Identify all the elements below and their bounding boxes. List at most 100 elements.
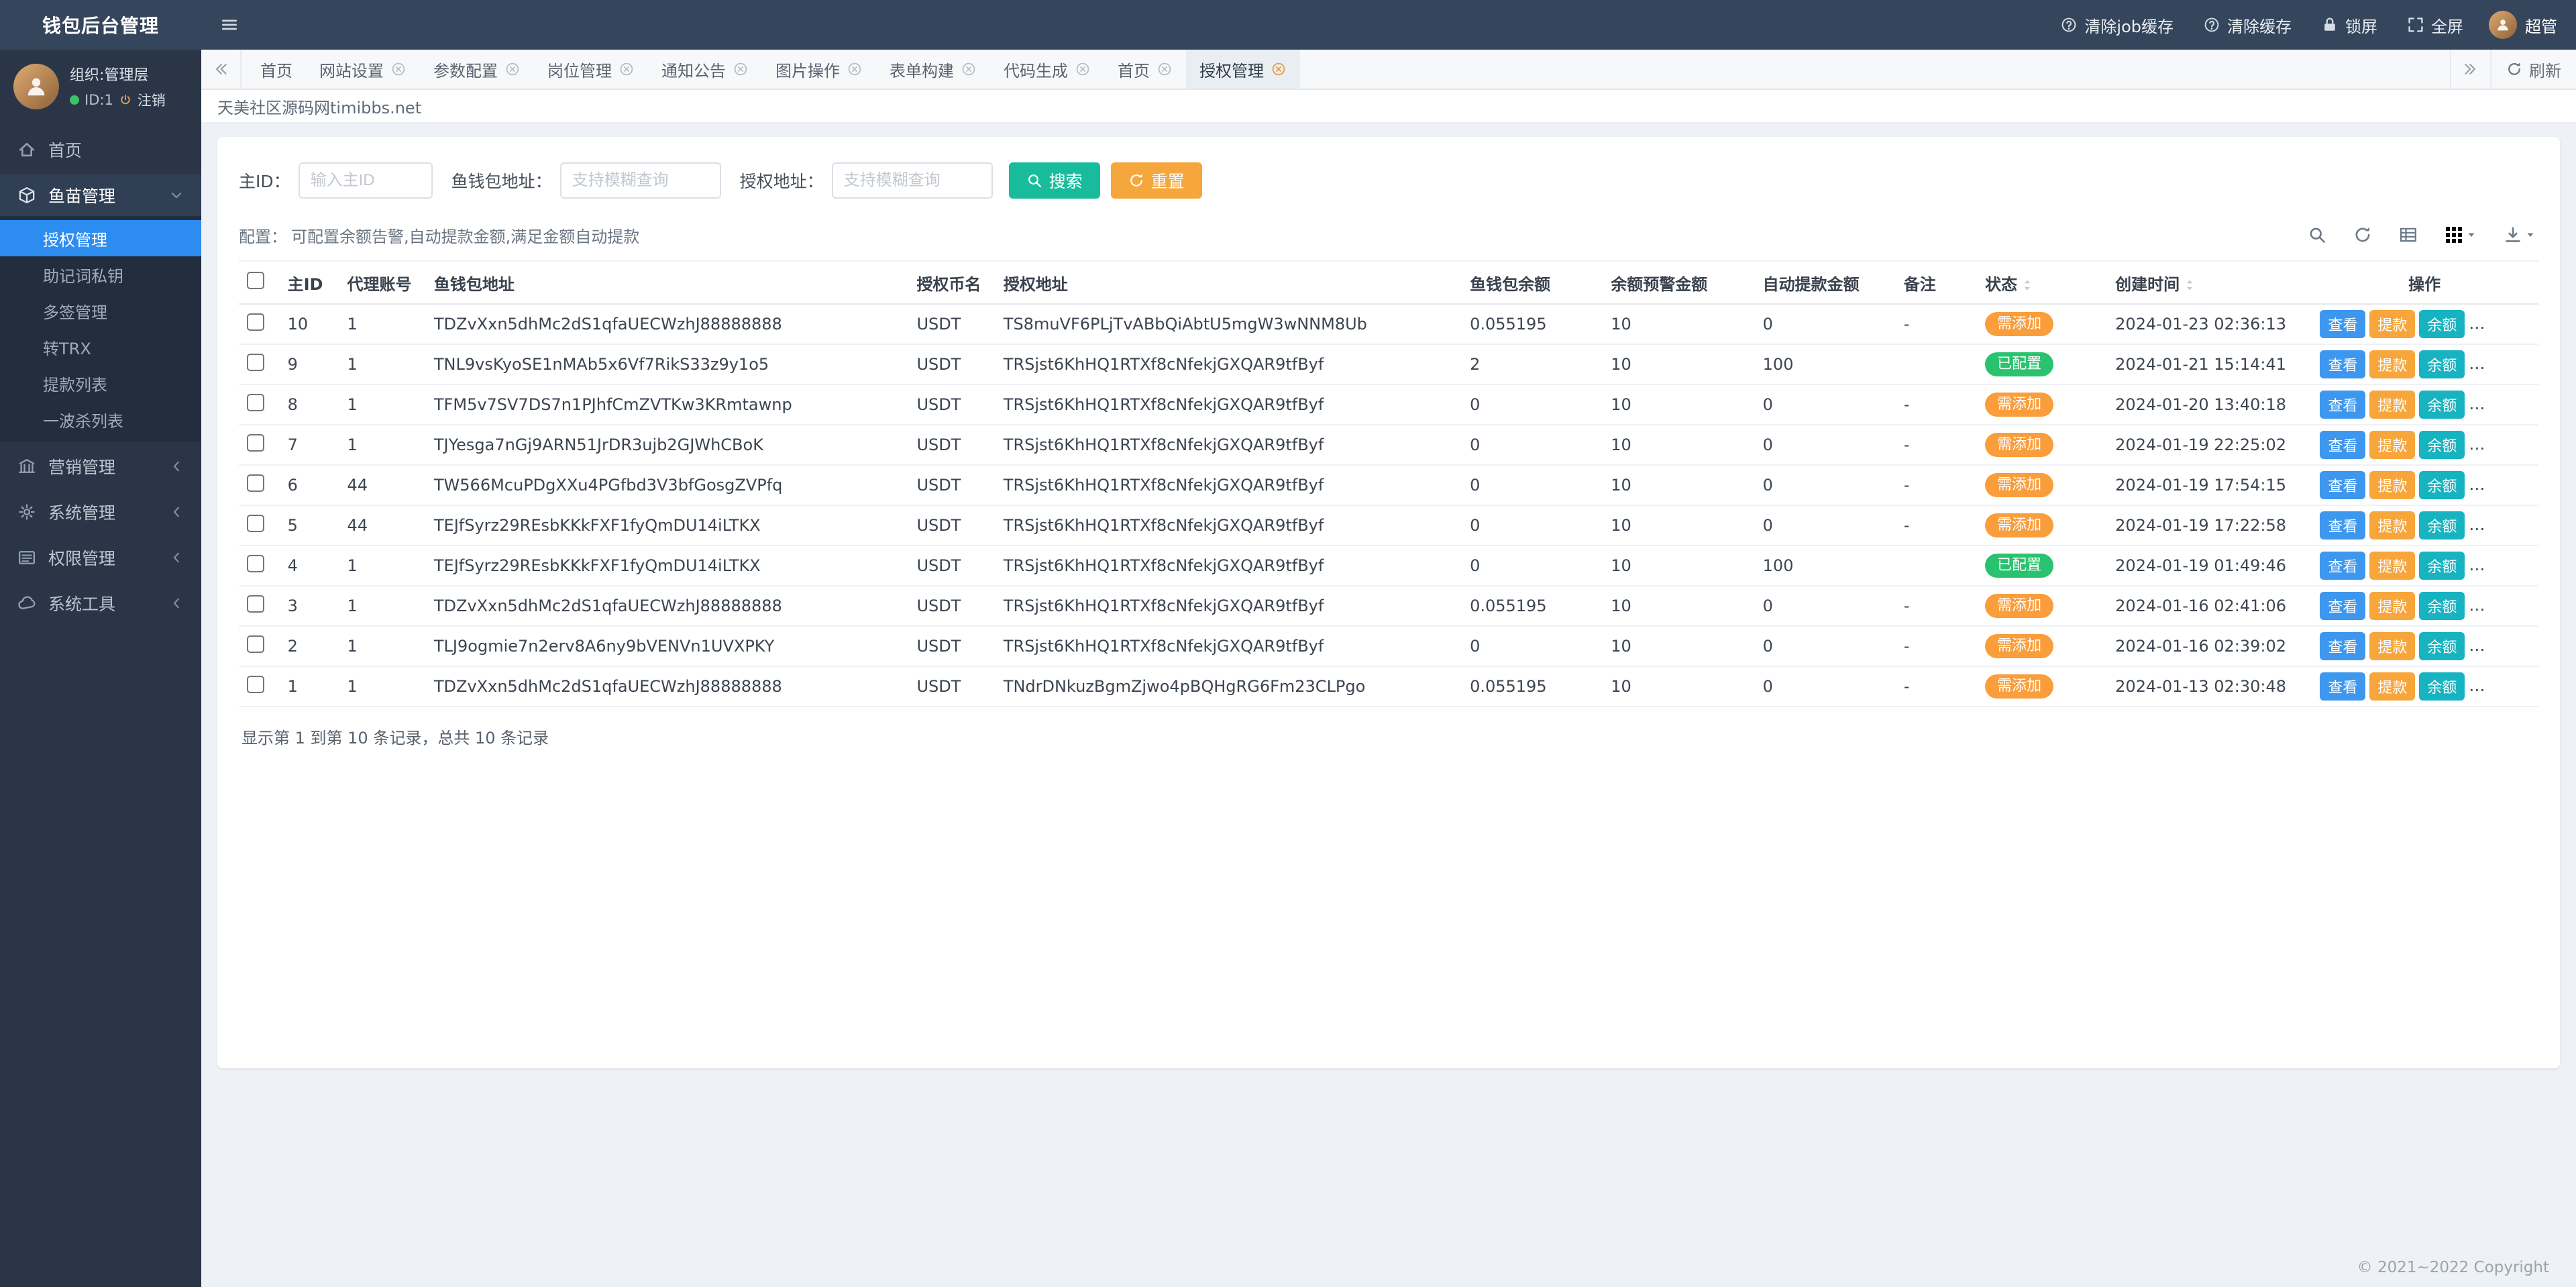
balance-button[interactable]: 余额	[2419, 350, 2465, 378]
tab-item-6[interactable]: 表单构建	[876, 50, 990, 89]
row-checkbox[interactable]	[247, 595, 264, 613]
view-button[interactable]: 查看	[2320, 431, 2366, 459]
sidebar-item-marketing[interactable]: 营销管理	[0, 446, 201, 487]
view-button[interactable]: 查看	[2320, 632, 2366, 660]
withdraw-button[interactable]: 提款	[2369, 431, 2416, 459]
view-button[interactable]: 查看	[2320, 391, 2366, 419]
row-checkbox[interactable]	[247, 635, 264, 653]
view-button[interactable]: 查看	[2320, 511, 2366, 539]
sidebar-toggle-button[interactable]	[201, 0, 258, 50]
toolbar-columns-button[interactable]	[2442, 223, 2479, 247]
fullscreen-button[interactable]: 全屏	[2392, 0, 2478, 50]
user-menu[interactable]: 超管	[2478, 0, 2576, 50]
tab-close-icon[interactable]	[619, 61, 635, 77]
search-button[interactable]: 搜索	[1008, 162, 1100, 199]
column-header-created[interactable]: 创建时间	[2107, 260, 2311, 305]
row-checkbox[interactable]	[247, 394, 264, 411]
wallet-filter-input[interactable]	[559, 162, 721, 199]
tab-item-9[interactable]: 授权管理	[1186, 50, 1300, 89]
row-checkbox[interactable]	[247, 354, 264, 371]
sidebar-item-tools[interactable]: 系统工具	[0, 582, 201, 624]
withdraw-button[interactable]: 提款	[2369, 552, 2416, 580]
tab-item-5[interactable]: 图片操作	[762, 50, 876, 89]
view-button[interactable]: 查看	[2320, 672, 2366, 701]
withdraw-button[interactable]: 提款	[2369, 592, 2416, 620]
view-button[interactable]: 查看	[2320, 310, 2366, 338]
tab-close-icon[interactable]	[1075, 61, 1091, 77]
sidebar-item-authorization[interactable]: 授权管理	[0, 220, 201, 256]
balance-button[interactable]: 余额	[2419, 552, 2465, 580]
column-header-status[interactable]: 状态	[1977, 260, 2108, 305]
balance-button[interactable]: 余额	[2419, 672, 2465, 701]
withdraw-button[interactable]: 提款	[2369, 672, 2416, 701]
cell-remark: -	[1895, 465, 1978, 506]
sidebar-item-permission[interactable]: 权限管理	[0, 537, 201, 578]
view-button[interactable]: 查看	[2320, 471, 2366, 499]
tabs-scroll-right-button[interactable]	[2450, 50, 2490, 89]
cell-auth: TRSjst6KhHQ1RTXf8cNfekjGXQAR9tfByf	[995, 626, 1462, 667]
sidebar-item-fish-management[interactable]: 鱼苗管理	[0, 174, 201, 216]
toolbar-view-toggle-button[interactable]	[2396, 223, 2420, 247]
tabs-scroll-left-button[interactable]	[201, 50, 241, 89]
withdraw-button[interactable]: 提款	[2369, 511, 2416, 539]
row-checkbox[interactable]	[247, 313, 264, 331]
withdraw-button[interactable]: 提款	[2369, 310, 2416, 338]
lock-screen-button[interactable]: 锁屏	[2306, 0, 2392, 50]
withdraw-button[interactable]: 提款	[2369, 391, 2416, 419]
row-checkbox[interactable]	[247, 515, 264, 532]
tab-close-icon[interactable]	[961, 61, 977, 77]
tab-item-8[interactable]: 首页	[1104, 50, 1186, 89]
tab-item-7[interactable]: 代码生成	[990, 50, 1104, 89]
auth-filter-input[interactable]	[831, 162, 993, 199]
tab-close-icon[interactable]	[1271, 61, 1287, 77]
withdraw-button[interactable]: 提款	[2369, 632, 2416, 660]
sidebar-item-home[interactable]: 首页	[0, 129, 201, 170]
row-checkbox[interactable]	[247, 676, 264, 693]
balance-button[interactable]: 余额	[2419, 391, 2465, 419]
grid-icon	[2445, 225, 2463, 244]
tab-close-icon[interactable]	[733, 61, 749, 77]
sidebar-item-system[interactable]: 系统管理	[0, 491, 201, 533]
balance-button[interactable]: 余额	[2419, 431, 2465, 459]
tab-item-1[interactable]: 网站设置	[306, 50, 420, 89]
balance-button[interactable]: 余额	[2419, 592, 2465, 620]
row-checkbox[interactable]	[247, 474, 264, 492]
withdraw-button[interactable]: 提款	[2369, 350, 2416, 378]
tab-item-2[interactable]: 参数配置	[420, 50, 534, 89]
tab-close-icon[interactable]	[847, 61, 863, 77]
sidebar-item-yibosha-list[interactable]: 一波杀列表	[0, 401, 201, 437]
sidebar-item-transfer-trx[interactable]: 转TRX	[0, 329, 201, 365]
view-button[interactable]: 查看	[2320, 552, 2366, 580]
select-all-checkbox[interactable]	[247, 272, 264, 289]
tab-item-0[interactable]: 首页	[247, 50, 306, 89]
tabs-refresh-button[interactable]: 刷新	[2490, 50, 2576, 89]
sidebar-item-mnemonic-key[interactable]: 助记词私钥	[0, 256, 201, 293]
view-button[interactable]: 查看	[2320, 350, 2366, 378]
tab-close-icon[interactable]	[1157, 61, 1173, 77]
tab-item-4[interactable]: 通知公告	[648, 50, 762, 89]
toolbar-search-button[interactable]	[2305, 223, 2329, 247]
logout-link[interactable]: 注销	[138, 90, 166, 110]
id-filter-input[interactable]	[298, 162, 433, 199]
row-checkbox[interactable]	[247, 434, 264, 452]
view-button[interactable]: 查看	[2320, 592, 2366, 620]
balance-button[interactable]: 余额	[2419, 310, 2465, 338]
withdraw-button[interactable]: 提款	[2369, 471, 2416, 499]
sidebar-item-withdraw-list[interactable]: 提款列表	[0, 365, 201, 401]
reset-button[interactable]: 重置	[1110, 162, 1202, 199]
profile-avatar	[13, 64, 59, 109]
sidebar-item-multisig[interactable]: 多签管理	[0, 293, 201, 329]
tab-item-3[interactable]: 岗位管理	[534, 50, 648, 89]
tab-close-icon[interactable]	[504, 61, 521, 77]
menu-transfer-trx-label: 转TRX	[43, 339, 91, 358]
clear-job-cache-button[interactable]: 清除job缓存	[2045, 0, 2188, 50]
balance-button[interactable]: 余额	[2419, 471, 2465, 499]
tab-close-icon[interactable]	[390, 61, 407, 77]
toolbar-export-button[interactable]	[2501, 223, 2538, 247]
balance-button[interactable]: 余额	[2419, 632, 2465, 660]
balance-button[interactable]: 余额	[2419, 511, 2465, 539]
cell-auth: TRSjst6KhHQ1RTXf8cNfekjGXQAR9tfByf	[995, 505, 1462, 546]
clear-cache-button[interactable]: 清除缓存	[2188, 0, 2306, 50]
toolbar-refresh-button[interactable]	[2351, 223, 2375, 247]
row-checkbox[interactable]	[247, 555, 264, 572]
